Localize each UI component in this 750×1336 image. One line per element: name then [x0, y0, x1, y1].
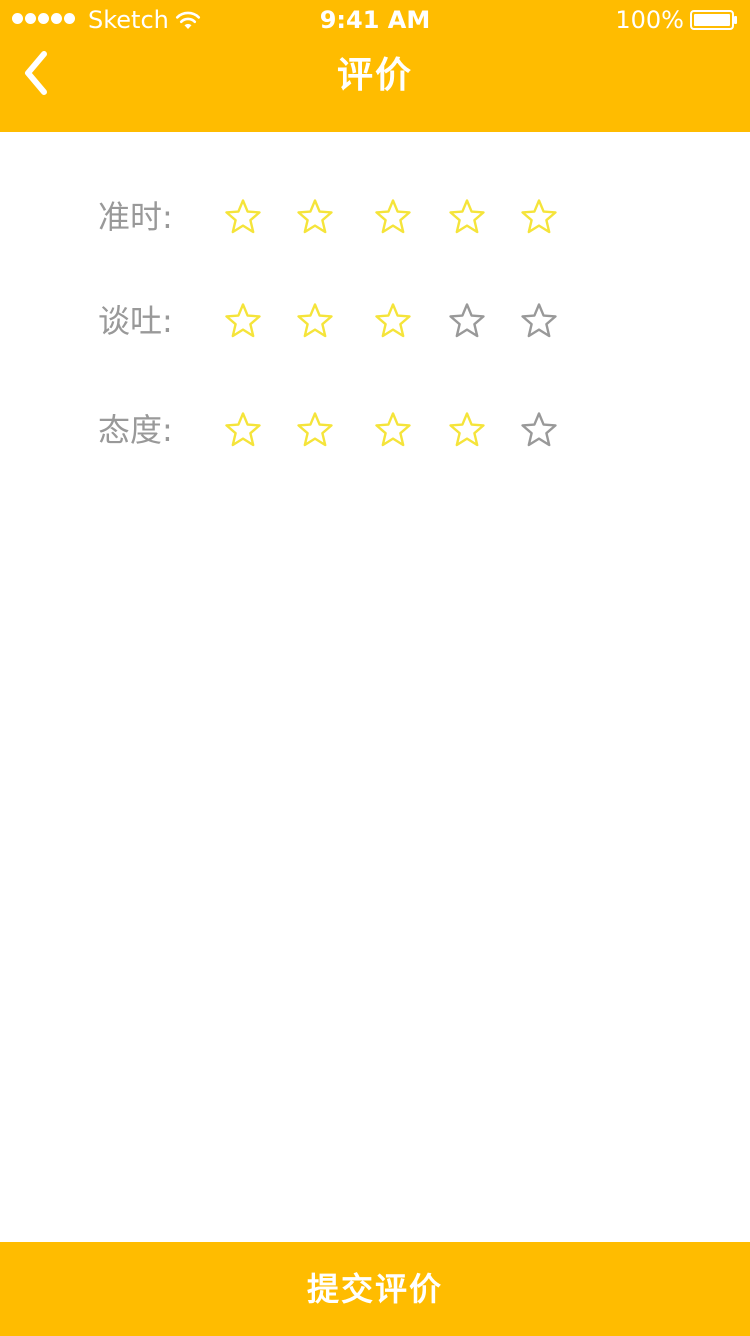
star-filled-icon[interactable] [223, 197, 263, 237]
star-filled-icon[interactable] [223, 301, 263, 341]
app-header: Sketch 9:41 AM 100% 评价 [0, 0, 750, 132]
star-filled-icon[interactable] [295, 301, 335, 341]
rating-row-speech: 谈吐: [0, 291, 750, 351]
rating-row-attitude: 态度: [0, 400, 750, 460]
page-title: 评价 [336, 55, 413, 96]
submit-rating-button[interactable]: 提交评价 [0, 1242, 750, 1336]
rating-label: 态度: [98, 411, 173, 449]
star-filled-icon[interactable] [447, 410, 487, 450]
star-filled-icon[interactable] [519, 197, 559, 237]
star-empty-icon[interactable] [447, 301, 487, 341]
rating-row-punctuality: 准时: [0, 187, 750, 247]
star-filled-icon[interactable] [295, 410, 335, 450]
rating-label: 谈吐: [98, 302, 173, 340]
star-filled-icon[interactable] [373, 197, 413, 237]
rating-label: 准时: [98, 198, 173, 236]
star-empty-icon[interactable] [519, 410, 559, 450]
battery-percent: 100% [615, 6, 684, 34]
star-filled-icon[interactable] [447, 197, 487, 237]
star-filled-icon[interactable] [223, 410, 263, 450]
star-filled-icon[interactable] [295, 197, 335, 237]
battery-icon [690, 10, 737, 30]
star-empty-icon[interactable] [519, 301, 559, 341]
status-bar: Sketch 9:41 AM 100% [0, 0, 750, 40]
star-filled-icon[interactable] [373, 301, 413, 341]
star-filled-icon[interactable] [373, 410, 413, 450]
